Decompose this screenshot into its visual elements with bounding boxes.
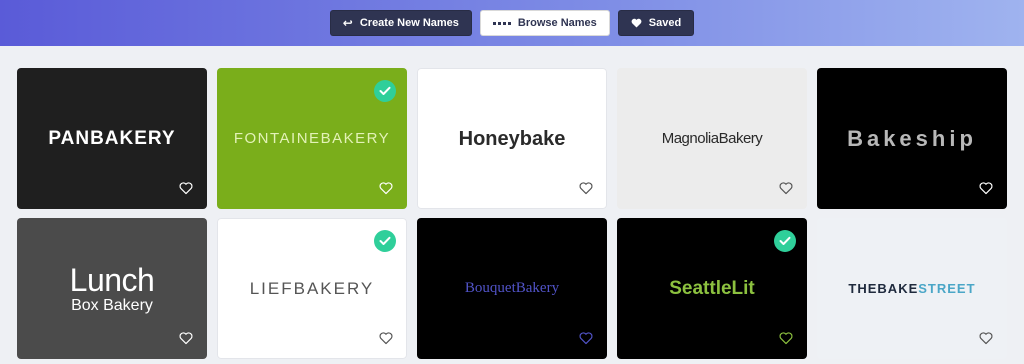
create-new-names-button[interactable]: ↩ Create New Names <box>329 10 472 36</box>
heart-outline-icon[interactable] <box>779 181 793 195</box>
card-logo-text: MagnoliaBakery <box>661 130 763 147</box>
header-bar: ↩ Create New Names Browse Names Saved <box>0 0 1024 46</box>
heart-outline-icon[interactable] <box>379 181 393 195</box>
name-card[interactable]: LIEFBAKERY <box>217 218 407 359</box>
create-new-names-label: Create New Names <box>359 17 459 29</box>
check-icon <box>374 80 396 102</box>
card-logo-text: BouquetBakery <box>464 280 560 296</box>
name-card[interactable]: Lunch Box Bakery <box>17 218 207 359</box>
card-logo-line1: Lunch <box>69 261 155 298</box>
heart-outline-icon[interactable] <box>179 181 193 195</box>
name-card[interactable]: SeattleLit <box>617 218 807 359</box>
saved-button[interactable]: Saved <box>617 10 695 36</box>
card-logo-line2: Box Bakery <box>71 296 153 314</box>
grid-icon <box>492 21 511 25</box>
card-logo-part1: THEBAKE <box>848 281 919 296</box>
saved-label: Saved <box>648 17 682 29</box>
heart-outline-icon[interactable] <box>979 181 993 195</box>
card-logo-text: SeattleLit <box>669 278 755 299</box>
browse-names-button[interactable]: Browse Names <box>479 10 610 36</box>
names-grid: PANBAKERY FONTAINEBAKERY Honeybake Magno… <box>17 68 1007 359</box>
nav-buttons: ↩ Create New Names Browse Names Saved <box>0 10 1024 36</box>
name-card[interactable]: Honeybake <box>417 68 607 209</box>
card-logo-text: FONTAINEBAKERY <box>233 130 391 147</box>
heart-outline-icon[interactable] <box>379 331 393 345</box>
heart-outline-icon[interactable] <box>179 331 193 345</box>
card-logo-text: Honeybake <box>458 127 566 150</box>
browse-names-label: Browse Names <box>517 17 597 29</box>
name-card[interactable]: PANBAKERY <box>17 68 207 209</box>
name-card[interactable]: Bakeship <box>817 68 1007 209</box>
heart-outline-icon[interactable] <box>979 331 993 345</box>
arrow-left-icon: ↩ <box>342 16 353 30</box>
name-card[interactable]: THEBAKESTREET <box>817 218 1007 359</box>
heart-outline-icon[interactable] <box>779 331 793 345</box>
card-logo-text: PANBAKERY <box>48 128 176 149</box>
name-card[interactable]: FONTAINEBAKERY <box>217 68 407 209</box>
heart-outline-icon[interactable] <box>579 331 593 345</box>
card-logo-text: LIEFBAKERY <box>249 279 375 298</box>
card-logo: Lunch Box Bakery <box>70 264 155 314</box>
name-card[interactable]: BouquetBakery <box>417 218 607 359</box>
heart-outline-icon[interactable] <box>579 181 593 195</box>
name-card[interactable]: MagnoliaBakery <box>617 68 807 209</box>
card-logo: THEBAKESTREET <box>848 282 975 295</box>
card-logo-part2: STREET <box>918 281 976 296</box>
check-icon <box>774 230 796 252</box>
heart-icon <box>631 18 642 28</box>
check-icon <box>374 230 396 252</box>
card-logo-text: Bakeship <box>847 125 977 151</box>
